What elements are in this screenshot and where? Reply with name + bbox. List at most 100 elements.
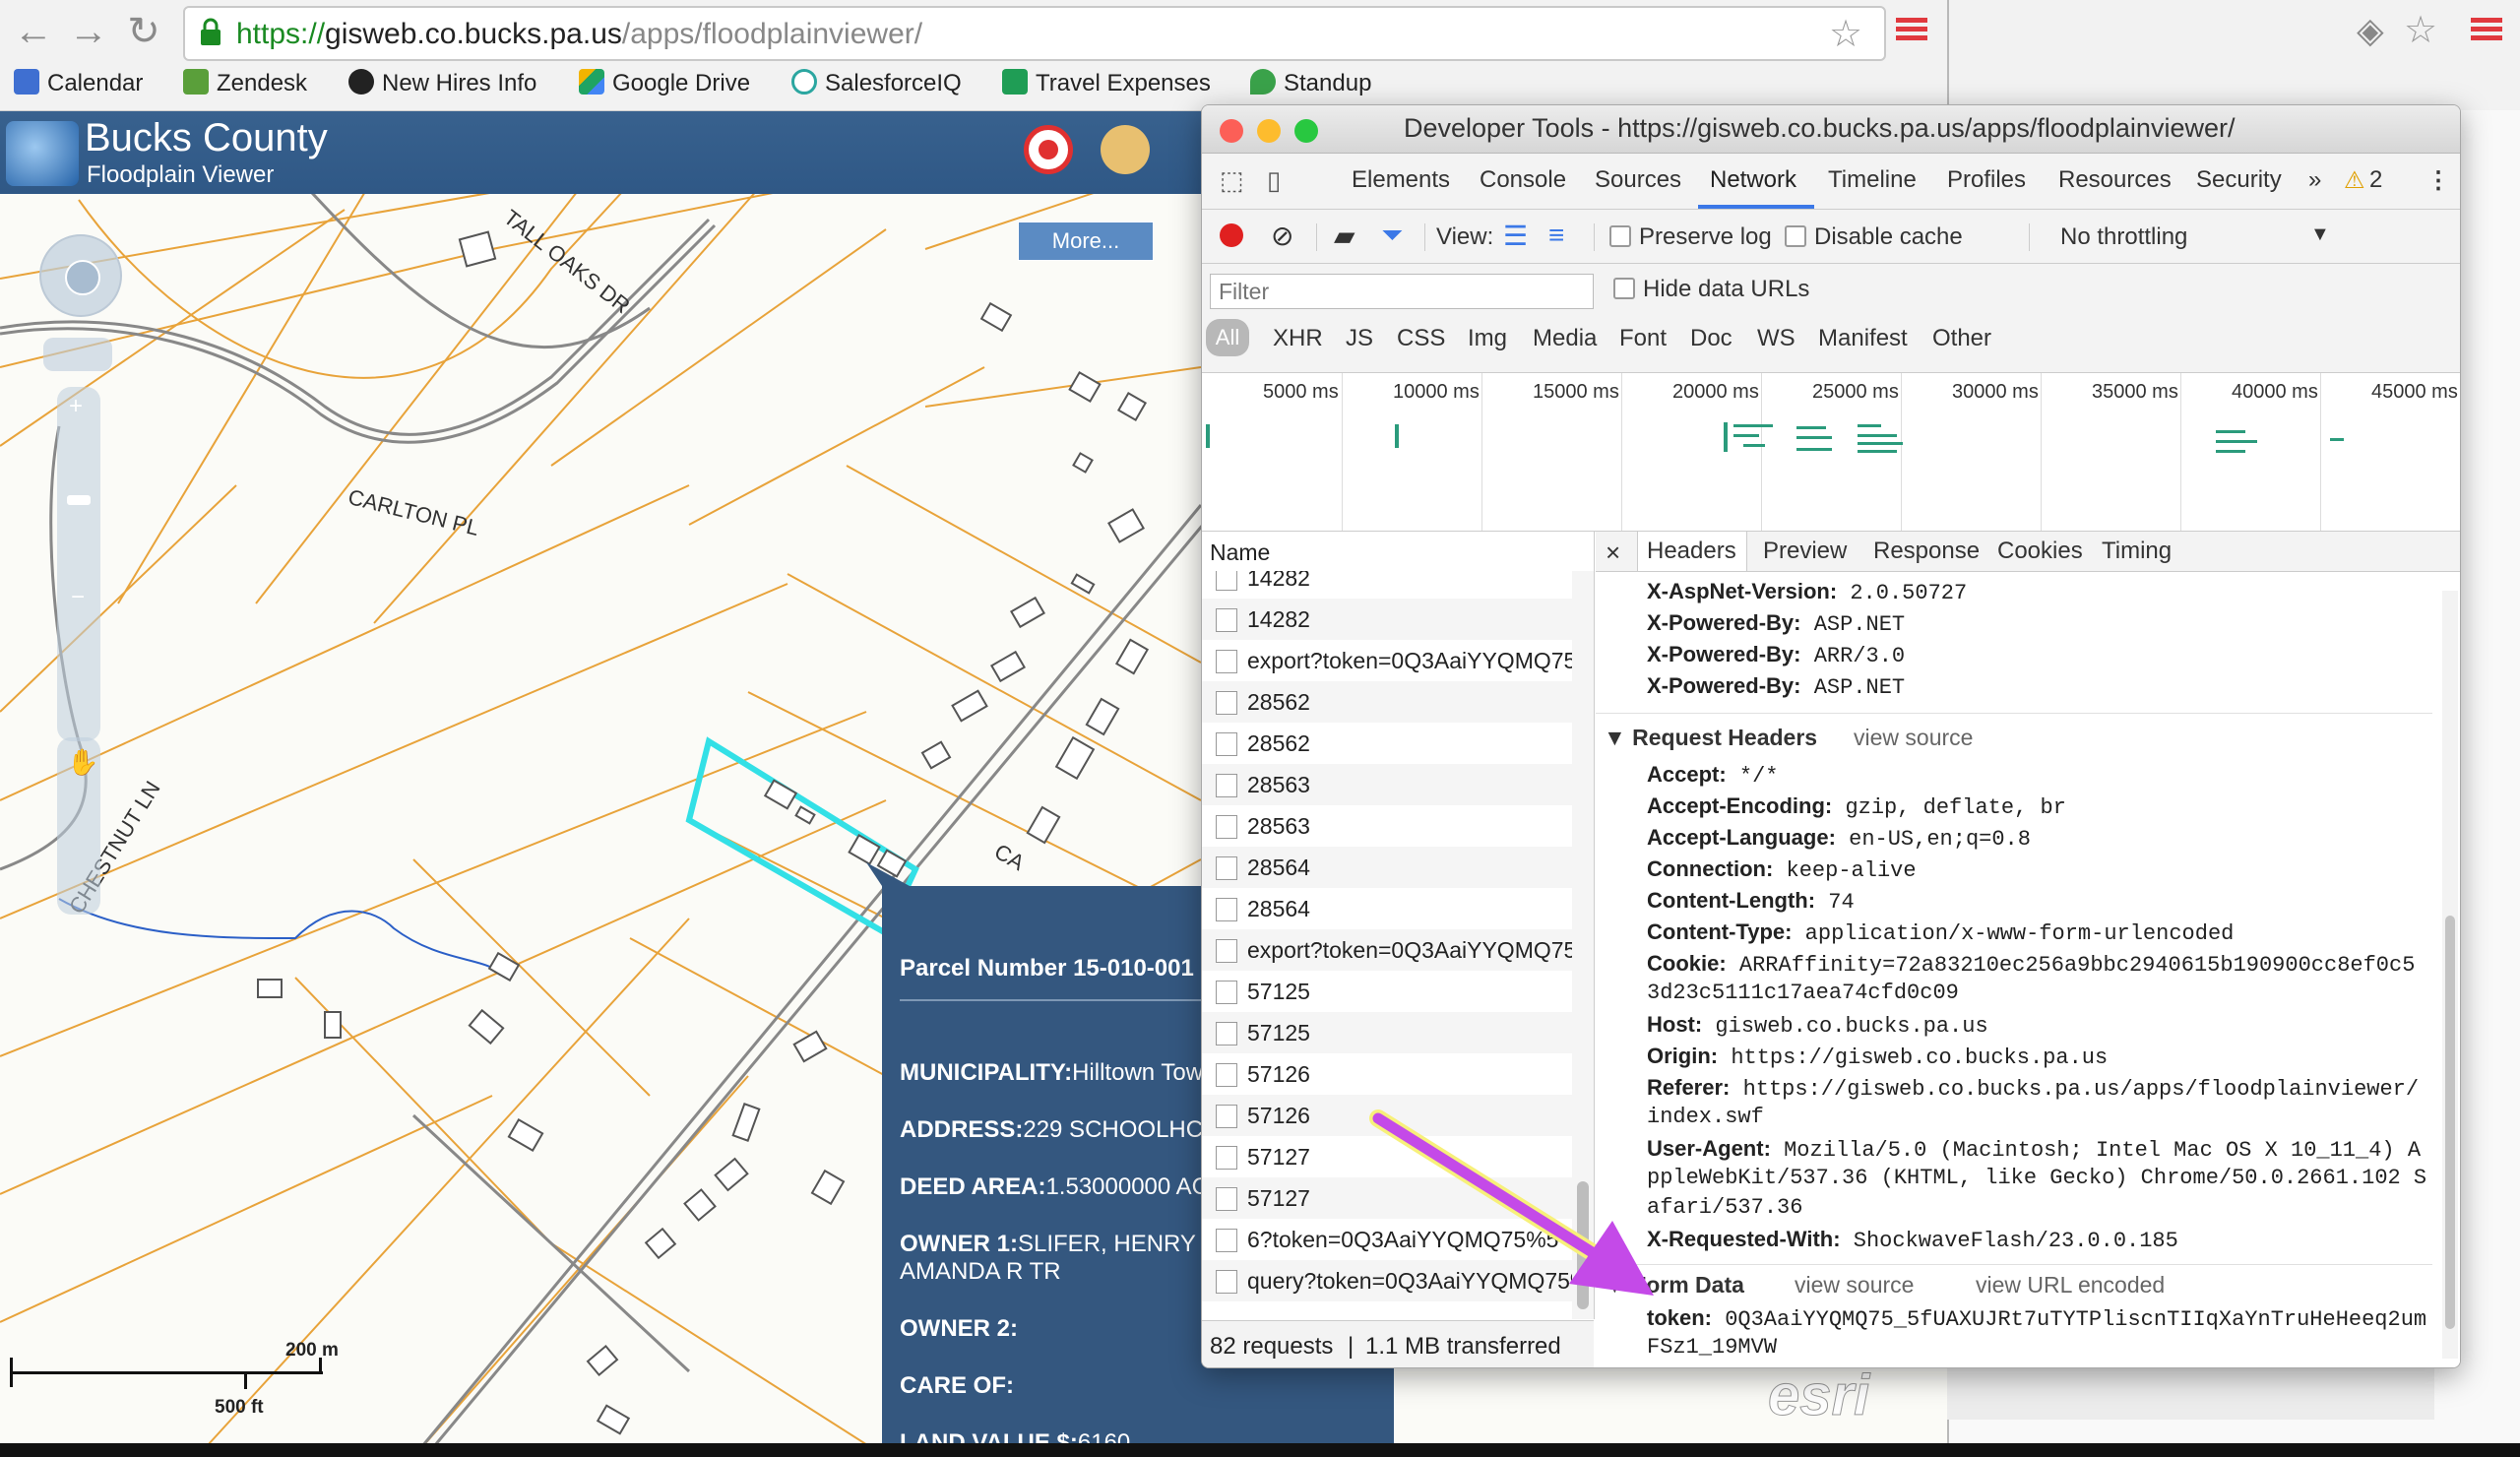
filter-type-js[interactable]: JS xyxy=(1346,325,1373,352)
bookmark-travel-expenses[interactable]: Travel Expenses xyxy=(1002,69,1211,104)
bookmark-zendesk[interactable]: Zendesk xyxy=(183,69,307,104)
address-bar[interactable]: https://gisweb.co.bucks.pa.us/apps/flood… xyxy=(183,6,1886,61)
filter-type-font[interactable]: Font xyxy=(1619,325,1667,352)
tab-headers[interactable]: Headers xyxy=(1647,538,1736,565)
filter-type-xhr[interactable]: XHR xyxy=(1273,325,1323,352)
device-mode-icon[interactable]: ▯ xyxy=(1267,165,1281,196)
close-detail-icon[interactable]: × xyxy=(1606,538,1620,568)
menu-icon[interactable] xyxy=(1896,14,1927,47)
more-tabs-icon[interactable]: » xyxy=(2308,166,2321,194)
filter-type-other[interactable]: Other xyxy=(1932,325,1991,352)
large-rows-icon[interactable]: ☰ xyxy=(1503,220,1528,252)
request-row[interactable]: 28564 xyxy=(1202,888,1594,929)
tab-timeline[interactable]: Timeline xyxy=(1828,166,1917,194)
request-details: × Headers Preview Response Cookies Timin… xyxy=(1596,532,2460,1367)
pan-control[interactable] xyxy=(39,234,122,317)
preserve-log-checkbox[interactable]: Preserve log xyxy=(1609,223,1772,251)
target-icon[interactable] xyxy=(1024,125,1073,174)
warning-icon[interactable]: ⚠ xyxy=(2344,166,2365,195)
tab-console[interactable]: Console xyxy=(1480,166,1566,194)
request-row[interactable]: 28562 xyxy=(1202,681,1594,723)
globe-icon xyxy=(65,260,100,295)
chevron-down-icon[interactable]: ▼ xyxy=(2310,223,2330,246)
tab-timing[interactable]: Timing xyxy=(2102,538,2172,565)
name-column-header[interactable]: Name xyxy=(1202,532,1594,572)
timeline-bar xyxy=(1796,436,1832,439)
tab-resources[interactable]: Resources xyxy=(2058,166,2172,194)
more-button[interactable]: More... xyxy=(1018,222,1154,261)
disable-cache-checkbox[interactable]: Disable cache xyxy=(1785,223,1963,251)
zoom-out-icon[interactable]: − xyxy=(71,584,85,611)
request-row[interactable]: 28562 xyxy=(1202,723,1594,764)
zoom-in-icon[interactable]: + xyxy=(69,393,83,420)
view-url-encoded-link[interactable]: view URL encoded xyxy=(1976,1272,2165,1299)
request-row[interactable]: 57126 xyxy=(1202,1053,1594,1095)
tab-cookies[interactable]: Cookies xyxy=(1997,538,2083,565)
forward-arrow-icon[interactable]: → xyxy=(65,8,112,55)
bookmark-salesforceiq[interactable]: SalesforceIQ xyxy=(791,69,962,104)
rotate-control[interactable] xyxy=(43,338,112,371)
overview-icon[interactable]: ≡ xyxy=(1548,220,1564,251)
request-row[interactable]: 14282 xyxy=(1202,599,1594,640)
view-source-link[interactable]: view source xyxy=(1795,1272,1914,1299)
timeline-bar xyxy=(1858,450,1897,453)
tab-response[interactable]: Response xyxy=(1873,538,1980,565)
bookmark-new-hires[interactable]: New Hires Info xyxy=(348,69,536,104)
tab-preview[interactable]: Preview xyxy=(1763,538,1847,565)
request-row[interactable]: 28563 xyxy=(1202,764,1594,805)
capture-screenshots-icon[interactable]: ▰ xyxy=(1334,220,1355,252)
tab-elements[interactable]: Elements xyxy=(1352,166,1450,194)
request-row[interactable]: 14282 xyxy=(1202,571,1594,599)
back-arrow-icon[interactable]: ← xyxy=(10,8,57,55)
bookmark-star-icon[interactable]: ☆ xyxy=(1829,12,1862,56)
tab-sources[interactable]: Sources xyxy=(1595,166,1681,194)
filter-type-all[interactable]: All xyxy=(1206,319,1249,356)
request-row[interactable]: 28564 xyxy=(1202,847,1594,888)
request-headers-section[interactable]: ▼ Request Headers xyxy=(1604,725,1817,751)
extension-icon[interactable]: ◈ xyxy=(2357,10,2384,51)
request-row[interactable]: export?token=0Q3AaiYYQMQ75% xyxy=(1202,640,1594,681)
hand-pan-icon[interactable]: ✋ xyxy=(67,747,98,778)
filter-type-doc[interactable]: Doc xyxy=(1690,325,1732,352)
filter-type-media[interactable]: Media xyxy=(1533,325,1597,352)
hide-data-urls-checkbox[interactable]: Hide data URLs xyxy=(1613,276,1809,303)
filter-input[interactable] xyxy=(1210,274,1594,309)
timeline-bar xyxy=(2330,438,2344,441)
tool-palette[interactable]: ✋ xyxy=(57,737,100,915)
tab-security[interactable]: Security xyxy=(2196,166,2282,194)
detail-scrollbar[interactable] xyxy=(2442,591,2458,1359)
zoom-thumb[interactable] xyxy=(67,495,91,505)
bookmark-star-icon[interactable]: ☆ xyxy=(2404,8,2437,52)
inspect-element-icon[interactable]: ⬚ xyxy=(1220,165,1244,196)
tab-profiles[interactable]: Profiles xyxy=(1947,166,2026,194)
throttling-select[interactable]: No throttling xyxy=(2060,223,2187,251)
minimize-window-button[interactable] xyxy=(1257,119,1281,143)
clear-icon[interactable]: ⊘ xyxy=(1271,220,1293,252)
bookmark-standup[interactable]: Standup xyxy=(1250,69,1371,104)
request-row[interactable]: 57125 xyxy=(1202,971,1594,1012)
filter-type-css[interactable]: CSS xyxy=(1397,325,1445,352)
filter-type-manifest[interactable]: Manifest xyxy=(1818,325,1908,352)
menu-icon[interactable] xyxy=(2471,14,2502,47)
reload-icon[interactable]: ↻ xyxy=(120,8,167,55)
filter-type-img[interactable]: Img xyxy=(1468,325,1507,352)
filter-type-ws[interactable]: WS xyxy=(1757,325,1796,352)
record-icon[interactable] xyxy=(1220,223,1243,247)
filter-icon[interactable]: ⏷ xyxy=(1381,220,1403,252)
customize-icon[interactable]: ⋮ xyxy=(2426,166,2450,195)
response-header: X-AspNet-Version: 2.0.50727 xyxy=(1647,579,1968,605)
timeline-tick: 25000 ms xyxy=(1812,381,1899,403)
view-source-link[interactable]: view source xyxy=(1854,725,1973,751)
zoom-slider[interactable]: + − xyxy=(57,387,100,741)
close-window-button[interactable] xyxy=(1220,119,1243,143)
request-row[interactable]: 57125 xyxy=(1202,1012,1594,1053)
request-row[interactable]: export?token=0Q3AaiYYQMQ75% xyxy=(1202,929,1594,971)
request-header: Connection: keep-alive xyxy=(1647,856,1917,883)
tab-network[interactable]: Network xyxy=(1710,166,1796,194)
bookmark-calendar[interactable]: Calendar xyxy=(14,69,143,104)
maximize-window-button[interactable] xyxy=(1294,119,1318,143)
palette-icon[interactable] xyxy=(1101,125,1150,174)
request-row[interactable]: 28563 xyxy=(1202,805,1594,847)
bookmark-google-drive[interactable]: Google Drive xyxy=(579,69,750,104)
network-overview[interactable]: 5000 ms 10000 ms 15000 ms 20000 ms 25000… xyxy=(1202,373,2460,532)
